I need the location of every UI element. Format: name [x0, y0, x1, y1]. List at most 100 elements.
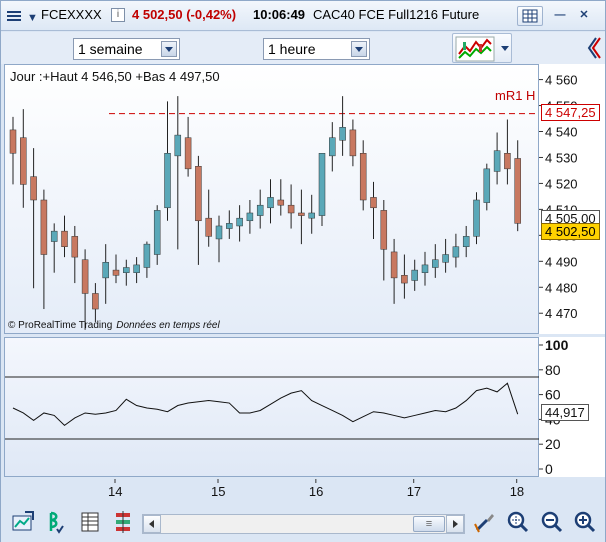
date-tick-label: 18: [510, 484, 524, 499]
candle-body: [102, 262, 109, 279]
indicator-icon: [49, 511, 64, 534]
info-icon[interactable]: i: [111, 8, 125, 22]
price-tick-label: 4 490: [545, 254, 578, 269]
menu-icon[interactable]: [5, 9, 23, 23]
layers-button[interactable]: [112, 510, 136, 534]
candlestick-chart: [9, 96, 540, 330]
candle-body: [61, 230, 68, 247]
chart-expand-icon: [12, 511, 34, 531]
date-tick-label: 15: [211, 484, 225, 499]
date-axis-ticks: 14 15 16 17 18: [108, 479, 524, 499]
candle-body: [432, 259, 439, 268]
candle-body: [164, 153, 171, 209]
indicator-tick-label: 60: [545, 387, 561, 403]
last-price-tag: 4 502,50: [541, 222, 600, 240]
chevron-down-icon[interactable]: [351, 41, 367, 57]
indicator-chart: [5, 376, 540, 440]
day-high-low-text: Jour :+Haut 4 546,50 +Bas 4 497,50: [10, 69, 220, 84]
mr1-line-label: mR1 H: [495, 88, 536, 103]
scroll-thumb[interactable]: ≡: [413, 516, 445, 532]
symbol-label[interactable]: FCEXXXX: [41, 7, 102, 23]
candle-body: [514, 158, 521, 224]
grid-icon: [522, 9, 538, 23]
candle-body: [349, 129, 357, 157]
candle-body: [277, 199, 285, 206]
candle-body: [20, 137, 27, 185]
zoom-in-icon: [574, 511, 596, 533]
candle-body: [123, 267, 130, 273]
price-axis[interactable]: 4 5604 5504 5404 5304 5204 5104 5004 490…: [539, 64, 605, 334]
copyright-text: © ProRealTime Trading Données en temps ré…: [8, 320, 220, 331]
realtime-note: Données en temps réel: [116, 320, 220, 331]
chart-toolbar: 1 semaine 1 heure: [1, 32, 605, 64]
mr1-price-tag: 4 547,25: [541, 103, 600, 121]
layout-grid-button[interactable]: [517, 6, 543, 26]
layers-icon: [116, 511, 130, 533]
date-tick-label: 16: [309, 484, 323, 499]
candle-body: [401, 275, 408, 284]
indicator-tick-label: 0: [545, 461, 553, 477]
date-tick-label: 14: [108, 484, 122, 499]
candle-body: [40, 199, 48, 255]
zoom-fit-button[interactable]: [11, 510, 35, 534]
candle-body: [205, 217, 212, 237]
candle-body: [411, 269, 418, 281]
candle-body: [226, 223, 233, 229]
candle-body: [308, 212, 315, 219]
scroll-right-button[interactable]: [446, 515, 464, 533]
candle-body: [92, 293, 99, 310]
candle-body: [442, 254, 449, 263]
chevron-down-icon[interactable]: [501, 46, 509, 51]
close-button[interactable]: ✕: [571, 6, 597, 26]
instrument-name: CAC40 FCE Full1216 Future: [313, 7, 480, 22]
indicator-line: [12, 382, 519, 427]
price-tick-label: 4 560: [545, 73, 578, 88]
candle-body: [112, 269, 120, 276]
price-tick-label: 4 540: [545, 125, 578, 140]
date-axis[interactable]: 14 15 16 17 18: [4, 479, 539, 503]
indicator-axis[interactable]: 100806040200 44,917: [539, 337, 605, 477]
zoom-out-button[interactable]: [540, 510, 564, 534]
interval-select[interactable]: 1 heure: [263, 38, 370, 60]
date-tick-label: 17: [407, 484, 421, 499]
candle-body: [133, 264, 140, 273]
drawing-tools-button[interactable]: [473, 510, 497, 534]
nav-arrows-icon: [587, 37, 601, 59]
price-tick-label: 4 530: [545, 150, 578, 165]
candle-body: [246, 212, 254, 222]
chevron-down-icon[interactable]: [161, 41, 177, 57]
symbol-dropdown-icon[interactable]: ▼: [27, 10, 38, 26]
last-update-time: 10:06:49: [253, 7, 306, 22]
navigation-arrows[interactable]: [584, 34, 604, 62]
price-tick-label: 4 480: [545, 280, 578, 295]
indicator-add-button[interactable]: [45, 510, 69, 534]
indicator-panel[interactable]: [4, 337, 540, 477]
candle-body: [339, 127, 346, 141]
candle-body: [50, 230, 58, 242]
candle-body: [81, 259, 89, 294]
scroll-left-button[interactable]: [143, 515, 161, 533]
candle-body: [287, 204, 295, 214]
price-chart-panel[interactable]: Jour :+Haut 4 546,50 +Bas 4 497,50 mR1 H…: [4, 64, 540, 334]
candle-body: [215, 225, 223, 240]
table-view-button[interactable]: [79, 510, 103, 534]
zoom-in-button[interactable]: [573, 510, 597, 534]
chart-scrollbar[interactable]: ≡: [142, 514, 465, 534]
candle-body: [298, 212, 305, 216]
grip-icon: ≡: [425, 518, 433, 530]
minimize-button[interactable]: —: [547, 6, 573, 26]
candle-body: [9, 129, 17, 154]
chart-type-icon: [455, 36, 495, 62]
candle-body: [195, 166, 202, 222]
zoom-select-button[interactable]: [505, 510, 533, 534]
candle-body: [421, 264, 429, 273]
candle-body: [452, 246, 460, 258]
period-select[interactable]: 1 semaine: [73, 38, 180, 60]
chart-type-button[interactable]: [452, 33, 512, 63]
chart-window: ▼ FCEXXXX i 4 502,50 (-0,42%) 10:06:49 C…: [0, 0, 606, 542]
indicator-tick-label: 20: [545, 436, 561, 452]
bottom-toolbar: ≡: [1, 504, 605, 542]
candle-body: [71, 236, 79, 258]
candle-body: [483, 168, 491, 203]
price-tick-label: 4 470: [545, 306, 578, 321]
